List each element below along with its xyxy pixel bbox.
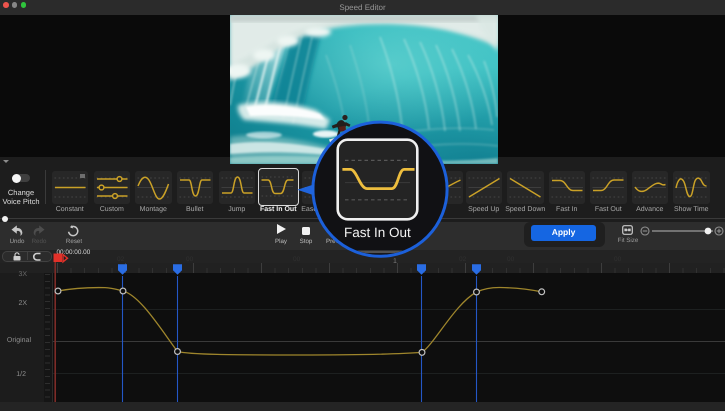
svg-text:00: 00 xyxy=(186,256,194,263)
svg-text:02: 02 xyxy=(117,256,125,263)
svg-text:Fast In Out: Fast In Out xyxy=(344,225,411,240)
svg-text:00: 00 xyxy=(507,256,515,263)
svg-text:00: 00 xyxy=(614,256,622,263)
svg-text:02: 02 xyxy=(459,256,467,263)
